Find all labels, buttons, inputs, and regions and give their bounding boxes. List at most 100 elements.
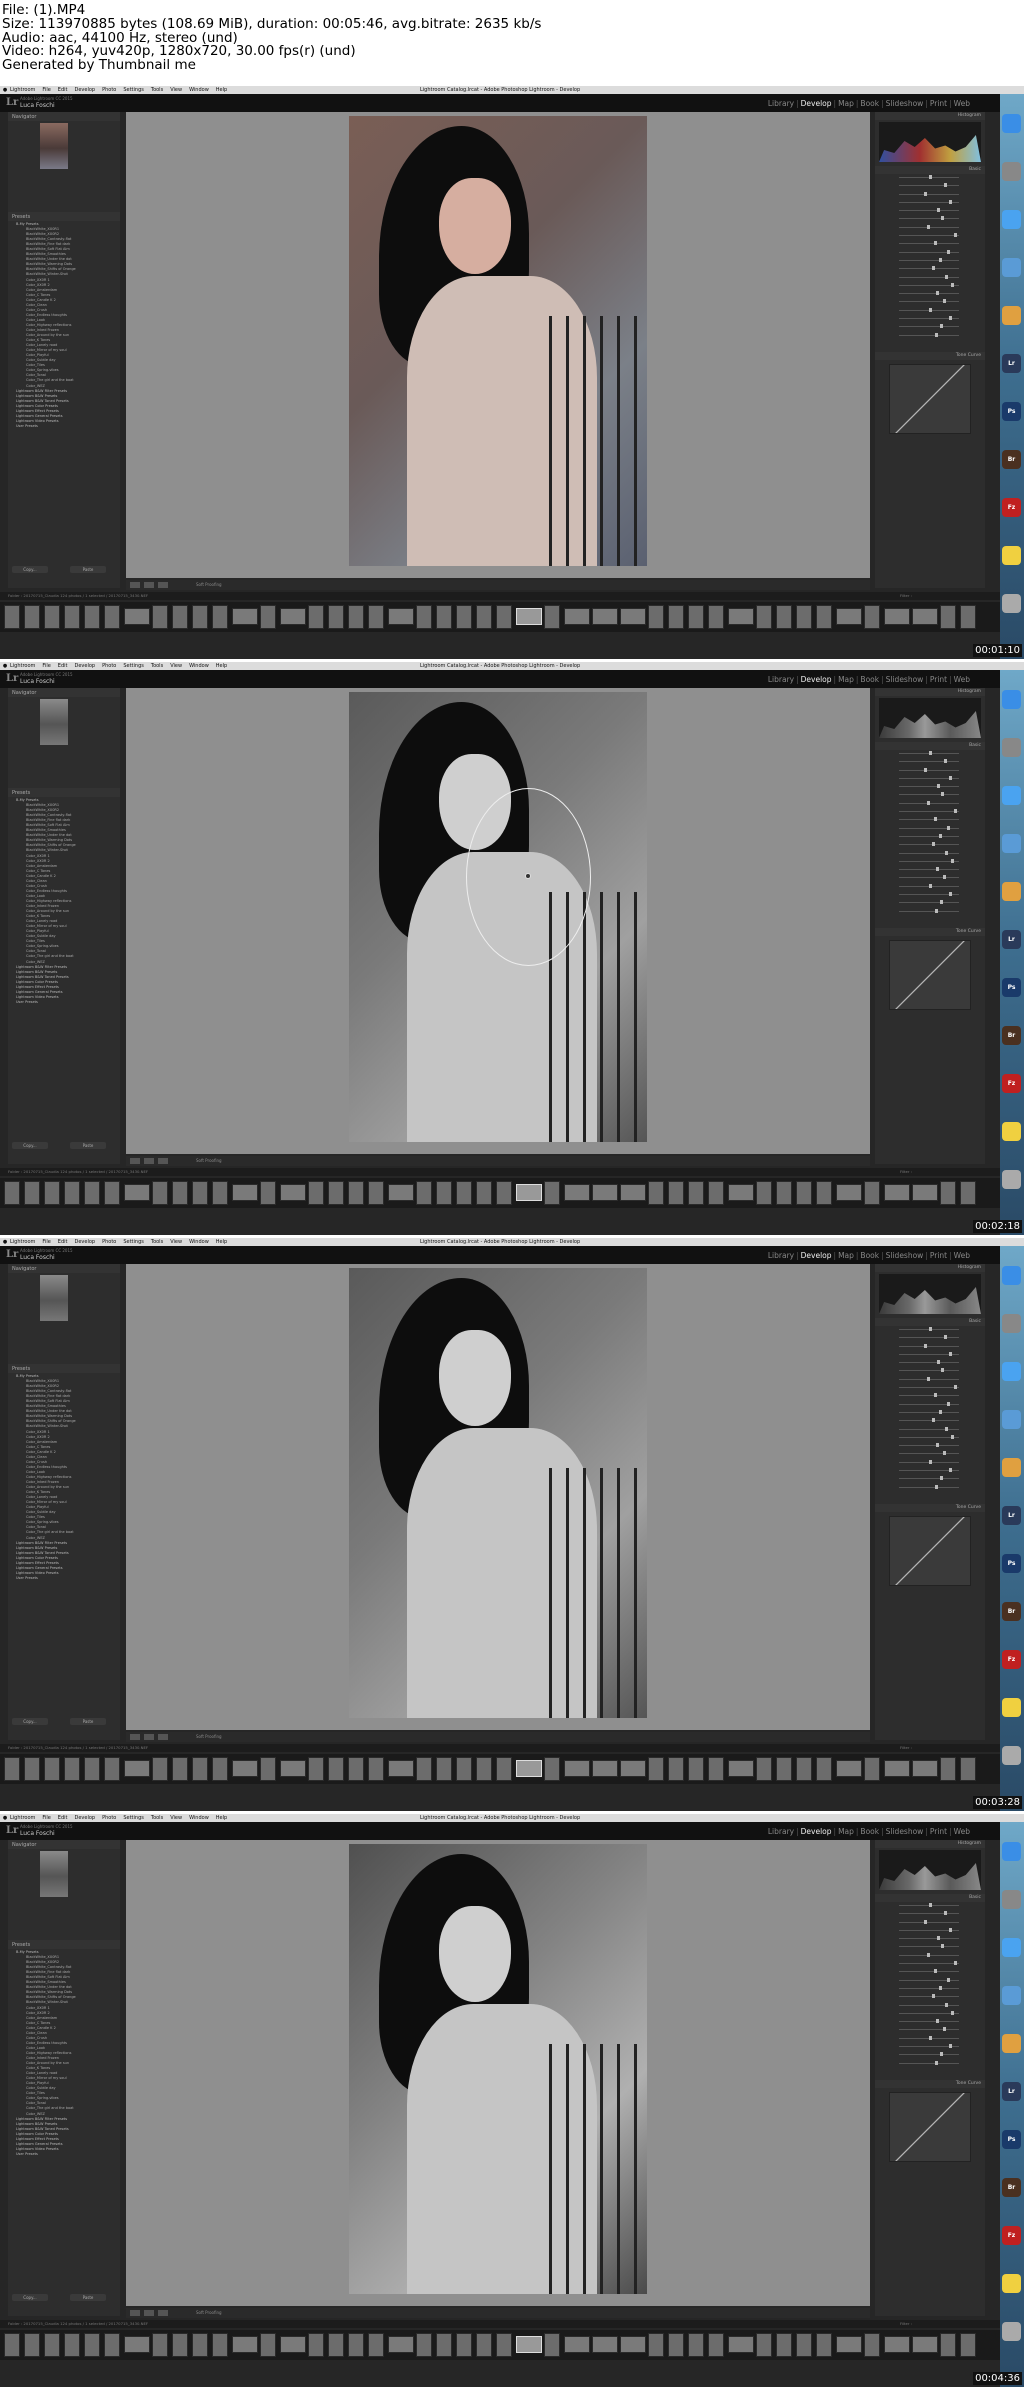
slider-track[interactable] xyxy=(899,293,959,295)
filezilla-icon[interactable]: Fz xyxy=(1002,2226,1021,2245)
menu-item[interactable]: Window xyxy=(189,87,209,93)
slider-knob[interactable] xyxy=(947,825,950,830)
slider-track[interactable] xyxy=(899,218,959,220)
slider-track[interactable] xyxy=(899,1979,959,1981)
slider-knob[interactable] xyxy=(944,759,947,764)
menu-item[interactable]: Help xyxy=(216,663,227,669)
filmstrip-thumbnail[interactable] xyxy=(648,1757,664,1781)
slider-knob[interactable] xyxy=(944,1911,947,1916)
slider-knob[interactable] xyxy=(924,1919,927,1924)
view-mode-icon[interactable] xyxy=(158,2310,168,2316)
slider-knob[interactable] xyxy=(939,833,942,838)
trash-icon[interactable] xyxy=(1002,2322,1021,2341)
filmstrip-source[interactable]: Folder : 20170715_Claudia 124 photos / 1… xyxy=(8,1745,148,1750)
module-develop[interactable]: Develop xyxy=(801,1827,832,1836)
finder-icon[interactable] xyxy=(1002,114,1021,133)
preset-folder[interactable]: User Presets xyxy=(8,424,120,429)
filmstrip-thumbnail[interactable] xyxy=(328,1757,344,1781)
filezilla-icon[interactable]: Fz xyxy=(1002,498,1021,517)
menu-item[interactable]: View xyxy=(170,1815,182,1821)
filmstrip-thumbnail[interactable] xyxy=(104,1181,120,1205)
filmstrip-thumbnail[interactable] xyxy=(476,605,492,629)
filmstrip-thumbnail[interactable] xyxy=(912,1184,938,1201)
filmstrip-thumbnail[interactable] xyxy=(776,605,792,629)
slider-knob[interactable] xyxy=(949,1927,952,1932)
filmstrip-thumbnail[interactable] xyxy=(368,2333,384,2357)
filmstrip-thumbnail[interactable] xyxy=(912,608,938,625)
filmstrip-thumbnail[interactable] xyxy=(260,1181,276,1205)
filmstrip-thumbnail[interactable] xyxy=(308,1181,324,1205)
slider-track[interactable] xyxy=(899,301,959,303)
slider-track[interactable] xyxy=(899,268,959,270)
slider-knob[interactable] xyxy=(945,850,948,855)
view-mode-icon[interactable] xyxy=(130,2310,140,2316)
module-web[interactable]: Web xyxy=(954,1251,970,1260)
menu-item[interactable]: Settings xyxy=(123,87,144,93)
slider-track[interactable] xyxy=(899,276,959,278)
slider-knob[interactable] xyxy=(949,1468,952,1473)
slider-track[interactable] xyxy=(899,1486,959,1488)
slider-knob[interactable] xyxy=(944,183,947,188)
menu-item[interactable]: Window xyxy=(189,1239,209,1245)
slider-track[interactable] xyxy=(899,761,959,763)
filmstrip-thumbnail[interactable] xyxy=(592,1184,618,1201)
module-library[interactable]: Library xyxy=(768,675,794,684)
filmstrip-thumbnail[interactable] xyxy=(592,2336,618,2353)
filmstrip-thumbnail[interactable] xyxy=(796,2333,812,2357)
filmstrip-thumbnail[interactable] xyxy=(516,1760,542,1777)
filmstrip-thumbnail[interactable] xyxy=(84,2333,100,2357)
menu-item[interactable]: Help xyxy=(216,1815,227,1821)
slider-knob[interactable] xyxy=(940,324,943,329)
slider-track[interactable] xyxy=(899,235,959,237)
filmstrip-thumbnail[interactable] xyxy=(544,1181,560,1205)
filmstrip-thumbnail[interactable] xyxy=(496,605,512,629)
histogram-header[interactable]: Histogram xyxy=(875,1840,985,1848)
slider-knob[interactable] xyxy=(929,1459,932,1464)
lightroom-icon[interactable]: Lr xyxy=(1002,1506,1021,1525)
filmstrip-thumbnail[interactable] xyxy=(884,608,910,625)
slider-track[interactable] xyxy=(899,819,959,821)
lightroom-icon[interactable]: Lr xyxy=(1002,2082,1021,2101)
histogram-header[interactable]: Histogram xyxy=(875,1264,985,1272)
slider-knob[interactable] xyxy=(943,299,946,304)
mail-icon[interactable] xyxy=(1002,1986,1021,2005)
histogram-header[interactable]: Histogram xyxy=(875,688,985,696)
tone-curve-header[interactable]: Tone Curve xyxy=(875,928,985,936)
slider-knob[interactable] xyxy=(944,1335,947,1340)
filmstrip-thumbnail[interactable] xyxy=(308,2333,324,2357)
filmstrip-thumbnail[interactable] xyxy=(756,1181,772,1205)
filmstrip-thumbnail[interactable] xyxy=(688,1181,704,1205)
filmstrip-thumbnail[interactable] xyxy=(308,605,324,629)
filmstrip-source[interactable]: Folder : 20170715_Claudia 124 photos / 1… xyxy=(8,593,148,598)
slider-knob[interactable] xyxy=(945,1426,948,1431)
module-slideshow[interactable]: Slideshow xyxy=(886,1251,924,1260)
filmstrip-thumbnail[interactable] xyxy=(24,1757,40,1781)
filmstrip-thumbnail[interactable] xyxy=(44,1757,60,1781)
slider-track[interactable] xyxy=(899,1420,959,1422)
filezilla-icon[interactable]: Fz xyxy=(1002,1074,1021,1093)
preset-folder[interactable]: User Presets xyxy=(8,2152,120,2157)
filmstrip-thumbnail[interactable] xyxy=(24,1181,40,1205)
slider-knob[interactable] xyxy=(924,1343,927,1348)
module-print[interactable]: Print xyxy=(930,675,947,684)
menu-item[interactable]: File xyxy=(42,87,50,93)
paste-button[interactable]: Paste xyxy=(70,1718,106,1725)
photoshop-icon[interactable]: Ps xyxy=(1002,402,1021,421)
portrait-photo[interactable] xyxy=(349,1844,647,2294)
filmstrip-thumbnail[interactable] xyxy=(84,1757,100,1781)
slider-knob[interactable] xyxy=(932,842,935,847)
filmstrip-thumbnail[interactable] xyxy=(940,605,956,629)
view-mode-icon[interactable] xyxy=(130,1158,140,1164)
filmstrip-thumbnail[interactable] xyxy=(476,1757,492,1781)
finder-icon[interactable] xyxy=(1002,690,1021,709)
slider-knob[interactable] xyxy=(943,875,946,880)
filmstrip-thumbnail[interactable] xyxy=(836,1760,862,1777)
module-print[interactable]: Print xyxy=(930,1251,947,1260)
bridge-icon[interactable]: Br xyxy=(1002,1026,1021,1045)
slider-knob[interactable] xyxy=(945,274,948,279)
filmstrip-thumbnail[interactable] xyxy=(728,1184,754,1201)
tone-curve-header[interactable]: Tone Curve xyxy=(875,352,985,360)
slider-track[interactable] xyxy=(899,326,959,328)
module-map[interactable]: Map xyxy=(838,1827,854,1836)
view-mode-icon[interactable] xyxy=(130,582,140,588)
